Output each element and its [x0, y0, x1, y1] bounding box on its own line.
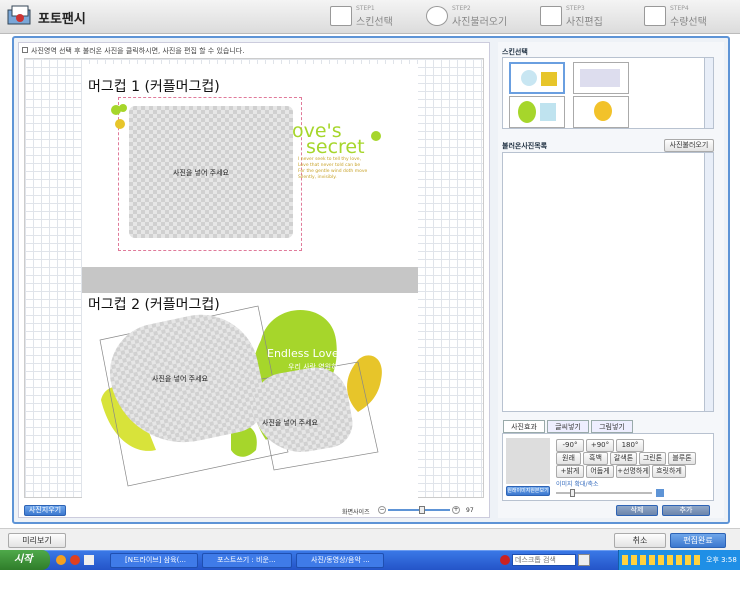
tab-image[interactable]: 그림넣기 [591, 420, 633, 433]
tab-text[interactable]: 글씨넣기 [547, 420, 589, 433]
desktop-search-input[interactable] [512, 554, 576, 566]
magnifier-icon [426, 6, 448, 26]
mug1-title: 머그컵 1 (커플머그컵) [88, 79, 220, 95]
skin-icon [330, 6, 352, 26]
clock: 오후 3:58 [706, 556, 737, 564]
fx-blue-button[interactable]: 블루톤 [668, 452, 696, 465]
step-2-load-photos[interactable]: STEP2 사진불러오기 [426, 4, 526, 30]
scrollbar[interactable] [704, 58, 713, 128]
zoom-value: 97 [466, 507, 474, 514]
taskbar-item[interactable]: 사진/동영상/음악 ... [296, 553, 384, 568]
rotate-minus-90-button[interactable]: -90° [556, 439, 584, 452]
skin-list[interactable] [502, 57, 714, 129]
loaded-photos-header: 불러온사진목록 [502, 142, 548, 150]
fx-grayscale-button[interactable]: 흑백 [583, 452, 608, 465]
mug1-photo-frame[interactable]: 사진을 넣어 주세요 [118, 97, 302, 251]
image-zoom-slider[interactable] [556, 489, 666, 497]
pen-icon[interactable] [84, 555, 94, 565]
step-num: STEP3 [566, 5, 585, 12]
photo-placeholder-text: 사진을 넣어 주세요 [262, 419, 318, 427]
fx-green-button[interactable]: 그린톤 [639, 452, 666, 465]
taskbar-item[interactable]: 포스트쓰기 : 비운... [202, 553, 292, 568]
deco2-title: Endless Love [267, 347, 339, 360]
darker-button[interactable]: 어둡게 [586, 465, 614, 478]
deco-poem: I never seek to tell thy love, Love that… [298, 157, 368, 180]
step-num: STEP1 [356, 5, 375, 12]
app-icon[interactable] [70, 555, 80, 565]
clear-photos-button[interactable]: 사진지우기 [24, 505, 66, 516]
step-label: 수량선택 [670, 17, 707, 28]
zoom-label: 화면사이즈 [342, 509, 370, 516]
zoom-in-icon[interactable]: + [452, 506, 460, 514]
slider-thumb[interactable] [418, 506, 425, 514]
edit-grid-icon [540, 6, 562, 26]
step-num: STEP4 [670, 5, 689, 12]
loaded-photo-list[interactable] [502, 152, 714, 412]
app-logo-icon [6, 4, 34, 28]
step-4-quantity[interactable]: STEP4 수량선택 [644, 4, 734, 30]
step-1-skin-select[interactable]: STEP1 스킨선택 [330, 4, 430, 30]
scrollbar[interactable] [704, 153, 713, 411]
photo-preview [506, 438, 550, 484]
search-icon[interactable] [578, 554, 590, 566]
app-title: 포토팬시 [38, 12, 86, 27]
skin-section-header: 스킨선택 [502, 48, 528, 56]
zoom-reset-icon[interactable] [656, 489, 664, 497]
cancel-button[interactable]: 취소 [614, 533, 666, 548]
deco2-subtitle: 우리 사랑 영원히 [288, 363, 338, 371]
step-label: 사진불러오기 [452, 17, 508, 28]
taskbar-item[interactable]: [N드라이브] 삼육(... [110, 553, 198, 568]
skin-thumb[interactable] [573, 62, 629, 94]
brighter-button[interactable]: +밝게 [556, 465, 584, 478]
slider-thumb[interactable] [569, 489, 575, 497]
zoom-out-icon[interactable]: − [378, 506, 386, 514]
editor-hint: 사진영역 선택 후 불러온 사진을 클릭하시면, 사진을 편집 할 수 있습니다… [31, 47, 245, 55]
skin-thumb[interactable] [509, 62, 565, 94]
complete-edit-button[interactable]: 편집완료 [670, 533, 726, 548]
delete-button[interactable]: 삭제 [616, 505, 658, 516]
blur-button[interactable]: 흐릿하게 [652, 465, 686, 478]
photo-placeholder-text: 사진을 넣어 주세요 [173, 169, 229, 177]
tab-photo-effect[interactable]: 사진효과 [503, 420, 545, 433]
rotate-180-button[interactable]: 180° [616, 439, 644, 452]
skin-thumb[interactable] [509, 96, 565, 128]
step-label: 스킨선택 [356, 17, 393, 28]
fx-original-button[interactable]: 원래 [556, 452, 581, 465]
photo-placeholder-text: 사진을 넣어 주세요 [152, 375, 208, 383]
quick-launch[interactable] [56, 554, 106, 566]
step-label: 사진편집 [566, 17, 603, 28]
tray-icons[interactable] [622, 555, 702, 565]
info-icon [22, 47, 28, 53]
canvas-zoom-slider[interactable]: − + [378, 506, 460, 514]
sharpen-button[interactable]: +선명하게 [616, 465, 650, 478]
image-zoom-label: 이미지 확대/축소 [556, 481, 599, 488]
skin-thumb[interactable] [573, 96, 629, 128]
rotate-plus-90-button[interactable]: +90° [586, 439, 614, 452]
fx-sepia-button[interactable]: 갈색톤 [610, 452, 637, 465]
search-logo-icon [500, 555, 510, 565]
mug-divider [82, 267, 418, 293]
preview-button[interactable]: 미리보기 [8, 533, 66, 548]
leaf-deco-icon [111, 104, 127, 129]
browser-icon[interactable] [56, 555, 66, 565]
deco-title-line2: secret [306, 136, 365, 158]
start-button[interactable]: 시작 [0, 550, 50, 570]
step-num: STEP2 [452, 5, 471, 12]
step-3-edit-photos[interactable]: STEP3 사진편집 [540, 4, 640, 30]
load-photos-button[interactable]: 사진불러오기 [664, 139, 714, 152]
add-button[interactable]: 추가 [662, 505, 710, 516]
heart-deco-icon [371, 131, 381, 141]
pen-icon [644, 6, 666, 26]
original-view-button[interactable]: 원래이미지원본보기 [506, 486, 550, 496]
